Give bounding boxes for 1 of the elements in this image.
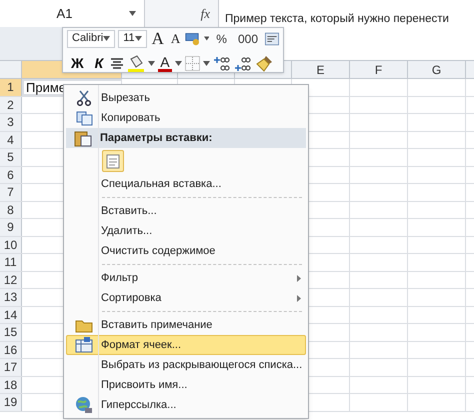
menu-section-header: Параметры вставки: — [66, 128, 306, 148]
